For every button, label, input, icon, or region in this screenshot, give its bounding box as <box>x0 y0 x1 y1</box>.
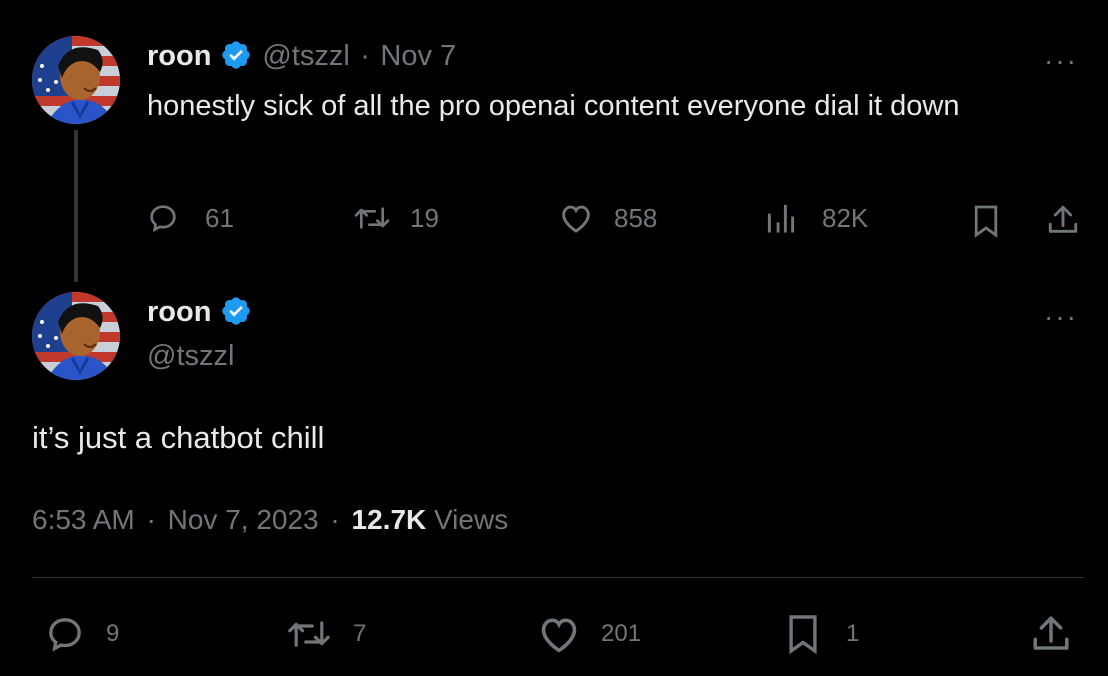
main-author-name[interactable]: roon <box>147 296 211 328</box>
retweet-icon <box>288 621 330 647</box>
main-retweet-button[interactable]: 7 <box>285 614 366 654</box>
share-icon <box>1033 616 1069 650</box>
parent-reply-button[interactable]: 61 <box>147 202 234 234</box>
parent-date[interactable]: Nov 7 <box>380 40 456 72</box>
action-bar-divider <box>32 577 1084 578</box>
parent-tweet-header: roon @tszzl · Nov 7 <box>147 40 456 76</box>
reply-icon <box>49 618 81 652</box>
reply-icon <box>150 205 176 233</box>
main-meta-separator-2: · <box>330 504 340 535</box>
main-like-button[interactable]: 201 <box>537 614 641 654</box>
views-chart-icon <box>767 204 795 233</box>
main-tweet-meta: 6:53 AM · Nov 7, 2023 · 12.7K Views <box>32 504 508 536</box>
bookmark-icon <box>789 615 817 655</box>
main-reply-button[interactable]: 9 <box>44 614 119 654</box>
parent-handle[interactable]: @tszzl <box>262 40 349 72</box>
parent-retweet-button[interactable]: 19 <box>352 202 439 234</box>
parent-share-button[interactable] <box>1046 202 1080 243</box>
main-handle[interactable]: @tszzl <box>147 340 234 373</box>
retweet-icon <box>354 207 390 229</box>
parent-like-count: 858 <box>614 202 658 233</box>
main-like-count: 201 <box>601 620 642 647</box>
parent-avatar[interactable] <box>32 36 120 124</box>
heart-icon <box>562 205 590 233</box>
parent-views-count: 82K <box>822 202 869 233</box>
main-author-row: roon <box>147 296 252 332</box>
parent-bookmark-button[interactable] <box>972 204 1000 243</box>
thread-connector-line <box>74 130 78 282</box>
main-views-count: 12.7K <box>351 504 427 535</box>
parent-like-button[interactable]: 858 <box>558 202 657 234</box>
main-share-button[interactable] <box>1030 612 1072 661</box>
main-date[interactable]: Nov 7, 2023 <box>168 504 319 535</box>
bookmark-icon <box>974 205 998 238</box>
share-icon <box>1048 205 1078 233</box>
parent-reply-count: 61 <box>205 202 234 233</box>
main-tweet-text: it’s just a chatbot chill <box>32 420 325 455</box>
main-time[interactable]: 6:53 AM <box>32 504 135 535</box>
verified-badge-icon <box>220 295 252 332</box>
main-views-label: Views <box>434 504 509 535</box>
parent-separator: · <box>360 40 370 72</box>
parent-tweet-text: honestly sick of all the pro openai cont… <box>147 90 960 122</box>
main-reply-count: 9 <box>106 620 120 647</box>
main-meta-separator-1: · <box>146 504 156 535</box>
parent-author-name[interactable]: roon <box>147 40 211 72</box>
parent-views-button[interactable]: 82K <box>766 202 868 234</box>
parent-more-button[interactable]: ··· <box>1044 47 1078 75</box>
main-bookmark-button[interactable]: 1 <box>786 612 859 656</box>
verified-badge-icon <box>220 39 252 76</box>
parent-retweet-count: 19 <box>410 202 439 233</box>
heart-icon <box>541 618 577 653</box>
main-avatar[interactable] <box>32 292 120 380</box>
main-more-button[interactable]: ··· <box>1044 303 1078 331</box>
main-retweet-count: 7 <box>353 620 367 647</box>
main-bookmark-count: 1 <box>846 620 860 647</box>
